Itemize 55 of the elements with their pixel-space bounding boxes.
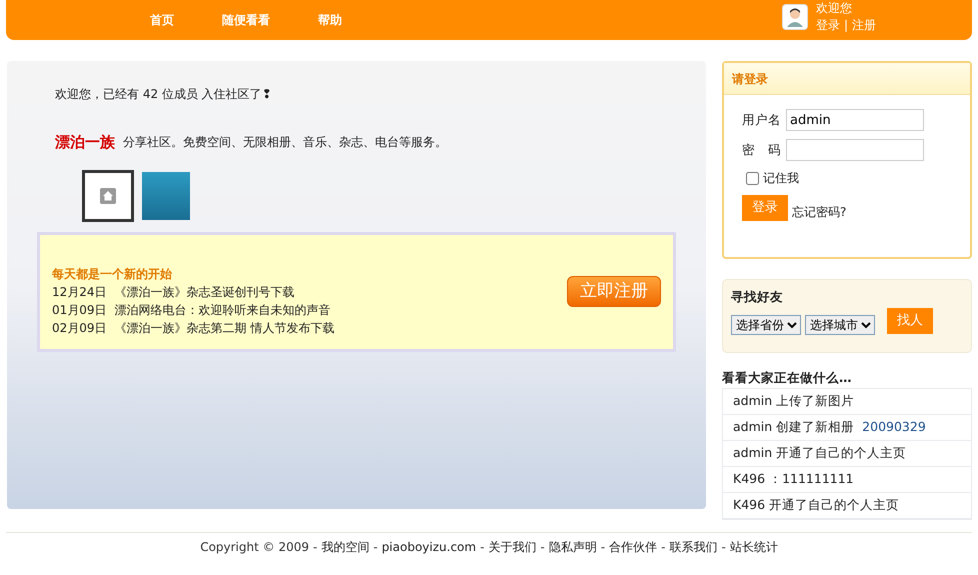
- separator: -: [721, 538, 726, 555]
- album-link[interactable]: 20090329: [862, 418, 926, 437]
- footer-link[interactable]: 我的空间: [321, 538, 370, 555]
- welcome-sentence: 欢迎您，已经有 42 位成员 入住社区了❢: [54, 86, 273, 103]
- copyright-text: Copyright © 2009: [200, 538, 309, 555]
- user-link[interactable]: admin: [733, 392, 772, 411]
- province-select[interactable]: 选择省份: [731, 314, 801, 335]
- user-link[interactable]: K496: [733, 470, 766, 489]
- welcome-text: 欢迎您: [816, 0, 853, 17]
- separator: -: [313, 538, 318, 555]
- logo-thumbnail[interactable]: [142, 172, 190, 220]
- separator: -: [540, 538, 545, 555]
- activity-text: ：111111111: [769, 470, 854, 488]
- remember-checkbox[interactable]: [746, 172, 759, 184]
- remember-label: 记住我: [763, 170, 799, 187]
- separator: -: [480, 538, 484, 555]
- separator: -: [600, 538, 606, 555]
- activity-text: 上传了新图片: [776, 392, 854, 410]
- field-label: 用户名: [742, 110, 782, 129]
- notice-date: 01月09日: [52, 302, 107, 318]
- footer-link[interactable]: 隐私声明: [548, 538, 597, 555]
- footer-link[interactable]: 合作伙伴: [609, 538, 658, 555]
- forgot-password-link[interactable]: 忘记密码?: [792, 202, 846, 220]
- city-select[interactable]: 选择城市: [805, 314, 875, 335]
- footer-link[interactable]: 站长统计: [730, 538, 778, 555]
- home-icon: [100, 188, 116, 204]
- activity-text: 开通了自己的个人主页: [776, 444, 906, 462]
- home-tile[interactable]: [82, 170, 134, 222]
- members-link[interactable]: 42 位成员: [142, 87, 198, 101]
- notice-date: 02月09日: [52, 320, 107, 336]
- footer-link[interactable]: 联系我们: [669, 538, 718, 555]
- tagline: 分享社区。免费空间、无限相册、音乐、杂志、电台等服务。: [123, 134, 447, 152]
- notice-link[interactable]: 漂泊网络电台：欢迎聆听来自未知的声音: [114, 300, 331, 318]
- avatar-icon: [782, 4, 808, 30]
- user-link[interactable]: admin: [733, 444, 772, 463]
- notice-link[interactable]: 《漂泊一族》杂志圣诞创刊号下载: [114, 282, 295, 300]
- password-field[interactable]: [786, 139, 924, 161]
- separator: |: [844, 17, 848, 34]
- section-title: 看看大家正在做什么…: [722, 369, 852, 387]
- panel-title: 请登录: [732, 70, 768, 88]
- notice-date: 12月24日: [52, 284, 107, 300]
- brand-name: 漂泊一族: [55, 132, 115, 153]
- panel-title: 寻找好友: [731, 288, 784, 306]
- user-link[interactable]: K496: [733, 496, 766, 515]
- notice-title: 每天都是一个新的开始: [52, 266, 173, 282]
- footer-link[interactable]: 关于我们: [488, 538, 536, 555]
- username-field[interactable]: admin: [786, 109, 924, 131]
- footer-link[interactable]: piaoboyizu.com: [382, 538, 476, 555]
- separator: -: [661, 538, 666, 555]
- activity-text: 开通了自己的个人主页: [769, 496, 900, 514]
- field-label: 密 码: [742, 140, 782, 159]
- notice-link[interactable]: 《漂泊一族》杂志第二期 情人节发布下载: [114, 318, 334, 336]
- separator: -: [373, 538, 378, 555]
- activity-text: 创建了新相册: [776, 418, 854, 436]
- user-link[interactable]: admin: [733, 418, 772, 437]
